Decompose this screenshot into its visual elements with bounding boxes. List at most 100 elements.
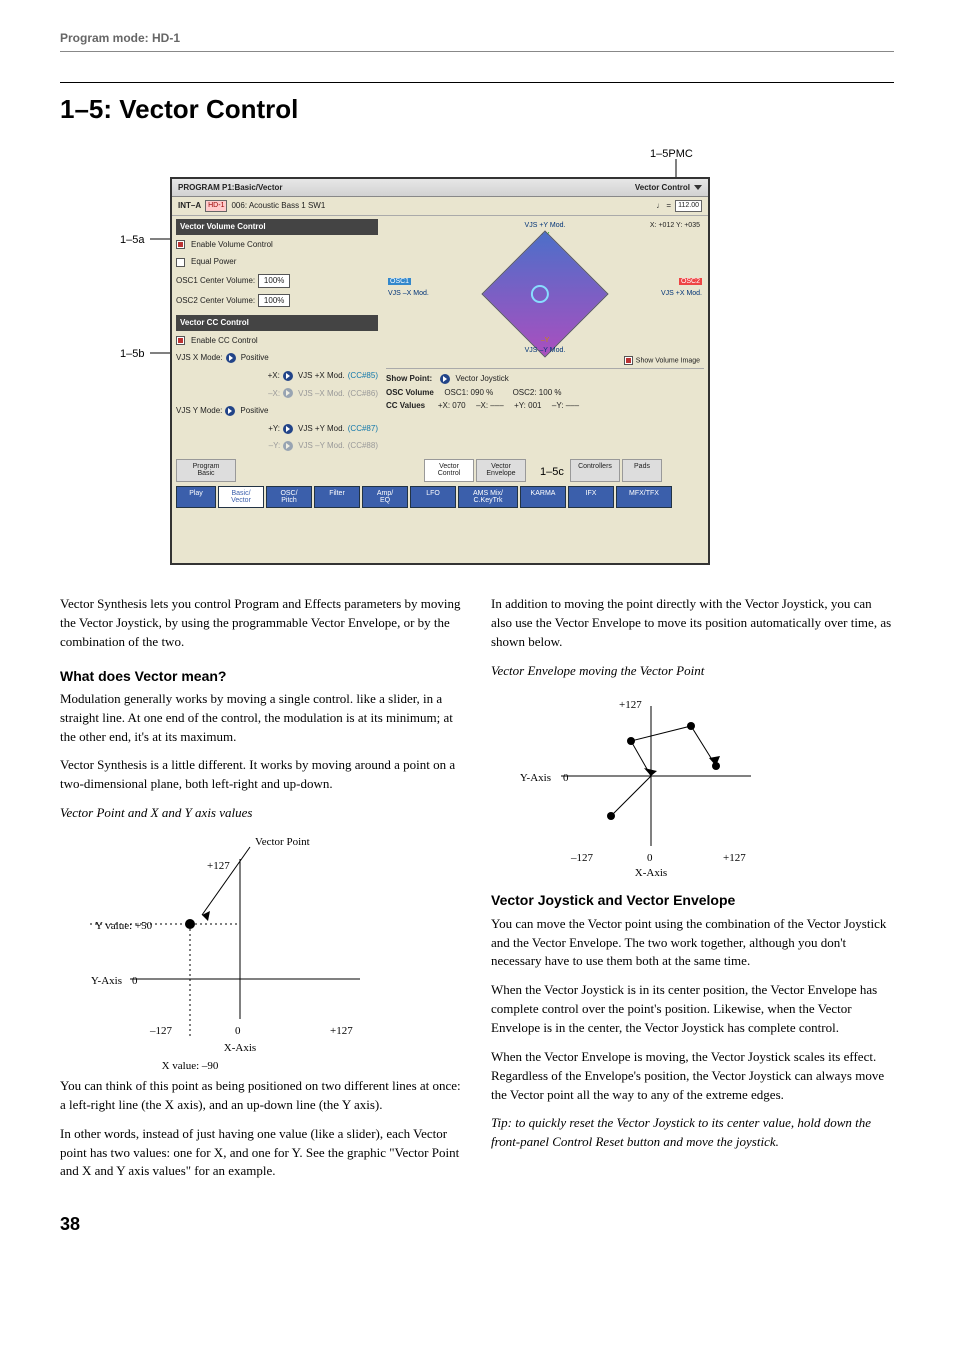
minus-y-value: VJS –Y Mod.: [298, 440, 345, 452]
plus-x-cc: (CC#85): [348, 370, 378, 382]
fig1-caption: Vector Point and X and Y axis values: [60, 804, 463, 823]
svg-text:+127: +127: [207, 860, 230, 872]
para-vs-diff: Vector Synthesis is a little different. …: [60, 756, 463, 794]
ui-screenshot: PROGRAM P1:Basic/Vector Vector Control I…: [170, 177, 710, 565]
plus-y-value: VJS +Y Mod.: [298, 423, 345, 435]
running-head: Program mode: HD-1: [60, 30, 894, 52]
tab-upper-0[interactable]: Program Basic: [176, 459, 236, 482]
para-mod: Modulation generally works by moving a s…: [60, 690, 463, 747]
tab-lower-2[interactable]: OSC/ Pitch: [266, 486, 312, 509]
enable-volume-label: Enable Volume Control: [191, 239, 273, 251]
callout-line-pmc: [664, 159, 688, 179]
svg-text:+127: +127: [723, 852, 746, 864]
svg-text:Y-Axis: Y-Axis: [91, 975, 122, 987]
cc-my: –Y: –––: [552, 400, 579, 412]
para-combine: You can move the Vector point using the …: [491, 915, 894, 972]
tab-lower-0[interactable]: Play: [176, 486, 216, 509]
plus-y-select[interactable]: [283, 424, 293, 434]
minus-y-select: [283, 441, 293, 451]
callout-1-5c: 1–5c: [540, 465, 564, 481]
equal-power-label: Equal Power: [191, 256, 236, 268]
enable-cc-checkbox[interactable]: [176, 336, 185, 345]
cc-values-label: CC Values: [386, 400, 425, 412]
svg-text:Y value: +50: Y value: +50: [95, 920, 153, 932]
vjs-y-mode-label: VJS Y Mode:: [176, 405, 222, 417]
vector-cc-header: Vector CC Control: [176, 315, 378, 331]
osc1-center-value[interactable]: 100%: [258, 274, 290, 288]
tabs-upper: Program Basic Vector ControlVector Envelo…: [172, 457, 708, 484]
tempo-value[interactable]: 112.00: [675, 200, 702, 212]
bank-label: INT–A: [178, 200, 201, 212]
osc-volume-label: OSC Volume: [386, 387, 434, 399]
title-rule: [60, 82, 894, 83]
osc2-center-label: OSC2 Center Volume:: [176, 295, 255, 307]
osc1-center-label: OSC1 Center Volume:: [176, 275, 255, 287]
fig2-diagram: +127 Y-Axis 0 –127 0 +127 X-Axis: [491, 686, 811, 876]
show-volume-image[interactable]: Show Volume Image: [624, 356, 700, 366]
vjs-y-mode-value: Positive: [240, 405, 268, 417]
callout-1-5b: 1–5b: [120, 347, 144, 363]
hd1-badge: HD-1: [205, 200, 227, 212]
show-point-select[interactable]: [440, 374, 450, 384]
window-subtitle: Vector Control: [635, 182, 702, 194]
para-intro: Vector Synthesis lets you control Progra…: [60, 595, 463, 652]
show-point-value: Vector Joystick: [455, 373, 508, 385]
svg-text:0: 0: [132, 975, 138, 987]
fig1-diagram: Vector Point +127 Y value: +50 Y-Axis 0 …: [60, 829, 420, 1069]
svg-text:X-Axis: X-Axis: [635, 867, 667, 876]
enable-volume-checkbox[interactable]: [176, 240, 185, 249]
cc-mx: –X: –––: [476, 400, 504, 412]
program-name[interactable]: 006: Acoustic Bass 1 SW1: [231, 200, 652, 212]
tab-lower-7[interactable]: KARMA: [520, 486, 566, 509]
tab-upper-4[interactable]: Vector Control: [424, 459, 474, 482]
plus-y-cc: (CC#87): [348, 423, 378, 435]
svg-text:+127: +127: [619, 699, 642, 711]
osc-volume-1: OSC1: 090 %: [444, 387, 493, 399]
plus-x-select[interactable]: [283, 371, 293, 381]
page-number: 38: [60, 1211, 894, 1237]
tab-lower-3[interactable]: Filter: [314, 486, 360, 509]
enable-cc-label: Enable CC Control: [191, 335, 258, 347]
para-moving: When the Vector Envelope is moving, the …: [491, 1048, 894, 1105]
minus-y-cc: (CC#88): [348, 440, 378, 452]
osc2-center-value[interactable]: 100%: [258, 294, 290, 308]
vjs-y-mode-select[interactable]: [225, 406, 235, 416]
svg-text:–127: –127: [570, 852, 594, 864]
minus-y-label: –Y:: [269, 440, 281, 452]
svg-text:0: 0: [647, 852, 653, 864]
svg-text:–127: –127: [149, 1025, 173, 1037]
tab-lower-1[interactable]: Basic/ Vector: [218, 486, 264, 509]
minus-x-select: [283, 388, 293, 398]
plus-y-label: +Y:: [268, 423, 280, 435]
vjs-x-mode-value: Positive: [241, 352, 269, 364]
show-volume-checkbox[interactable]: [624, 356, 633, 365]
para-tip: Tip: to quickly reset the Vector Joystic…: [491, 1114, 894, 1152]
cc-px: +X: 070: [438, 400, 466, 412]
para-two-values: In other words, instead of just having o…: [60, 1125, 463, 1182]
para-envelope: In addition to moving the point directly…: [491, 595, 894, 652]
tab-upper-8[interactable]: Pads: [622, 459, 662, 482]
callout-1-5a: 1–5a: [120, 233, 144, 249]
minus-x-label: –X:: [268, 388, 280, 400]
screenshot-figure: 1–5PMC 1–5a 1–5b PROGRAM P1:Basic/Vector…: [60, 147, 894, 577]
tab-upper-7[interactable]: Controllers: [570, 459, 620, 482]
tab-lower-4[interactable]: Amp/ EQ: [362, 486, 408, 509]
svg-text:Vector Point: Vector Point: [255, 836, 310, 848]
equal-power-checkbox[interactable]: [176, 258, 185, 267]
window-title: PROGRAM P1:Basic/Vector: [178, 182, 282, 194]
page-title: 1–5: Vector Control: [60, 91, 894, 129]
osc1-tag: OSC1: [388, 277, 411, 287]
vjs-my-label: VJS –Y Mod.: [525, 346, 566, 356]
svg-text:Y-Axis: Y-Axis: [520, 772, 551, 784]
tab-lower-6[interactable]: AMS Mix/ C.KeyTrk: [458, 486, 518, 509]
osc2-tag: OSC2: [679, 277, 702, 287]
show-point-label: Show Point:: [386, 373, 432, 385]
tab-lower-8[interactable]: IFX: [568, 486, 614, 509]
vjs-x-mode-label: VJS X Mode:: [176, 352, 223, 364]
heading-joystick-envelope: Vector Joystick and Vector Envelope: [491, 890, 894, 910]
tab-lower-5[interactable]: LFO: [410, 486, 456, 509]
vjs-x-mode-select[interactable]: [226, 353, 236, 363]
tab-lower-9[interactable]: MFX/TFX: [616, 486, 672, 509]
menu-dropdown-icon[interactable]: [694, 185, 702, 190]
tab-upper-5[interactable]: Vector Envelope: [476, 459, 526, 482]
